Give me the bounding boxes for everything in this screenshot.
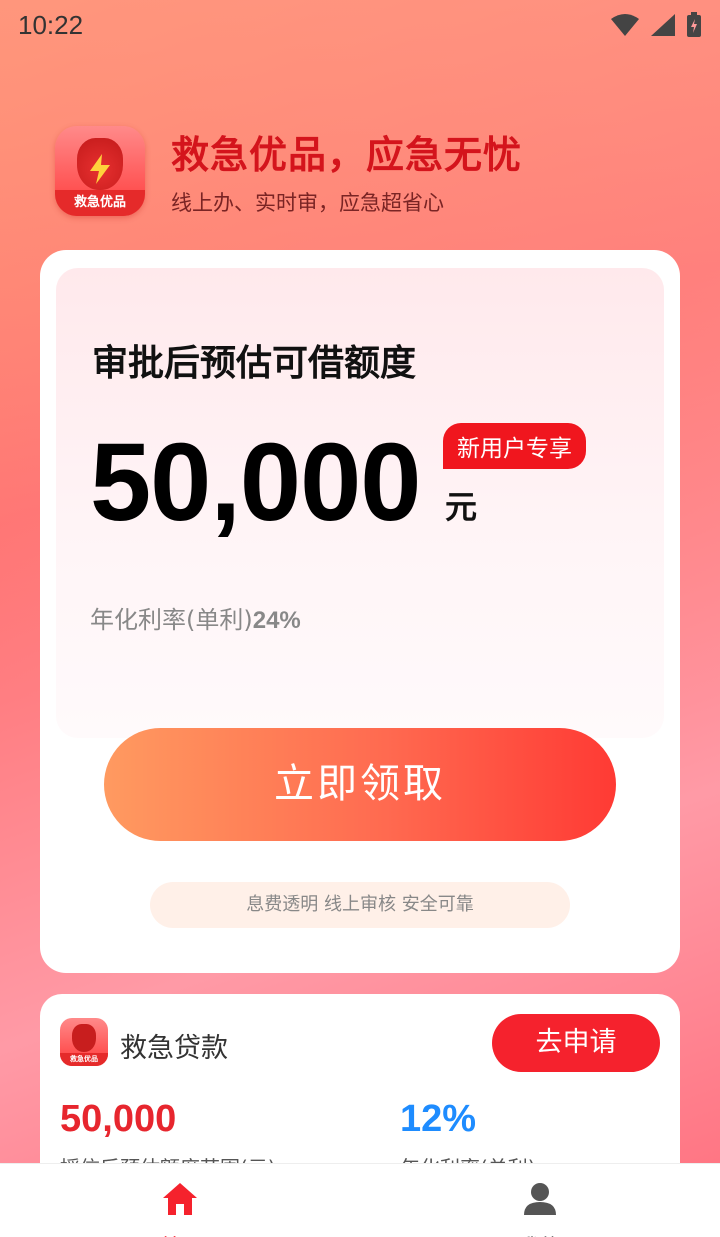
status-time: 10:22	[18, 9, 84, 40]
brand-header: 救急优品 救急优品，应急无忧 线上办、实时审，应急超省心	[55, 124, 522, 217]
safety-note: 息费透明 线上审核 安全可靠	[150, 882, 570, 928]
interest-rate-value: 24%	[252, 607, 301, 634]
bottom-tab-bar: 首页 我的	[0, 1163, 720, 1237]
limit-title: 审批后预估可借额度	[92, 343, 417, 384]
user-icon	[524, 1183, 556, 1215]
app-logo: 救急优品	[55, 125, 145, 216]
product-name: 救急贷款	[120, 1033, 228, 1064]
tab-home-label: 首页	[0, 1230, 360, 1237]
product-rate: 12%	[400, 1098, 477, 1140]
amount-unit: 元	[445, 488, 478, 526]
battery-icon	[687, 12, 701, 37]
app-logo-label: 救急优品	[55, 189, 145, 216]
tab-home[interactable]: 首页	[0, 1164, 360, 1237]
status-icons	[610, 12, 702, 38]
new-user-badge: 新用户专享	[443, 423, 586, 469]
interest-rate-label: 年化利率(单利)	[90, 606, 253, 634]
loan-amount: 50,000	[90, 421, 421, 544]
brand-subtitle: 线上办、实时审，应急超省心	[171, 191, 444, 215]
wifi-icon	[611, 14, 639, 36]
product-logo-label: 救急优品	[60, 1053, 108, 1066]
claim-button[interactable]: 立即领取	[104, 728, 616, 841]
tab-mine-label: 我的	[360, 1230, 720, 1237]
brand-title: 救急优品，应急无忧	[171, 133, 523, 177]
interest-rate: 年化利率(单利)24%	[90, 600, 301, 635]
home-icon	[163, 1183, 197, 1215]
signal-icon	[651, 14, 675, 36]
product-logo: 救急优品	[60, 1018, 108, 1066]
loan-offer-card: 审批后预估可借额度 50,000 新用户专享 元 年化利率(单利)24% 立即领…	[40, 250, 680, 973]
lightning-icon	[90, 153, 110, 184]
status-bar: 10:22	[0, 0, 720, 50]
product-amount: 50,000	[60, 1098, 177, 1140]
go-apply-button[interactable]: 去申请	[492, 1014, 660, 1072]
tab-mine[interactable]: 我的	[360, 1164, 720, 1237]
